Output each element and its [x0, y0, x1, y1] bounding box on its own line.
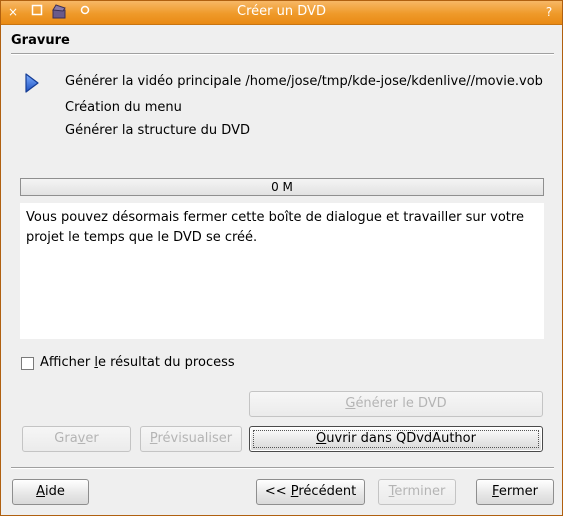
- previous-button[interactable]: << Précédent: [256, 479, 365, 505]
- title-bar[interactable]: × Créer un DVD ?: [1, 1, 562, 25]
- preview-button[interactable]: Prévisualiser: [140, 426, 242, 452]
- status-message: Vous pouvez désormais fermer cette boîte…: [26, 210, 524, 245]
- section-divider: [11, 53, 554, 55]
- window-title: Créer un DVD: [237, 4, 326, 19]
- step-generate-main-video: Générer la vidéo principale /home/jose/t…: [65, 74, 543, 89]
- generate-dvd-button[interactable]: Générer le DVD: [249, 391, 543, 417]
- help-icon[interactable]: ?: [541, 4, 557, 20]
- show-process-result-label[interactable]: Afficher le résultat du process: [40, 355, 235, 370]
- footer-divider: [11, 467, 554, 469]
- help-button[interactable]: Aide: [12, 479, 89, 505]
- dialog-window: × Créer un DVD ? Gravure Générer la vidé…: [0, 0, 563, 516]
- current-step-arrow-icon: [25, 73, 39, 93]
- step-create-menu: Création du menu: [65, 100, 182, 115]
- section-title: Gravure: [11, 33, 70, 48]
- progress-text: 0 M: [271, 180, 293, 194]
- burn-button[interactable]: Graver: [22, 426, 131, 452]
- open-qdvdauthor-button[interactable]: Ouvrir dans QDvdAuthor: [249, 426, 543, 452]
- status-message-box[interactable]: Vous pouvez désormais fermer cette boîte…: [20, 203, 544, 339]
- step-generate-dvd-structure: Générer la structure du DVD: [65, 123, 250, 138]
- show-process-result-checkbox[interactable]: [21, 357, 34, 370]
- finish-button[interactable]: Terminer: [378, 479, 456, 505]
- close-button[interactable]: Fermer: [476, 479, 554, 505]
- progress-bar: 0 M: [20, 178, 544, 196]
